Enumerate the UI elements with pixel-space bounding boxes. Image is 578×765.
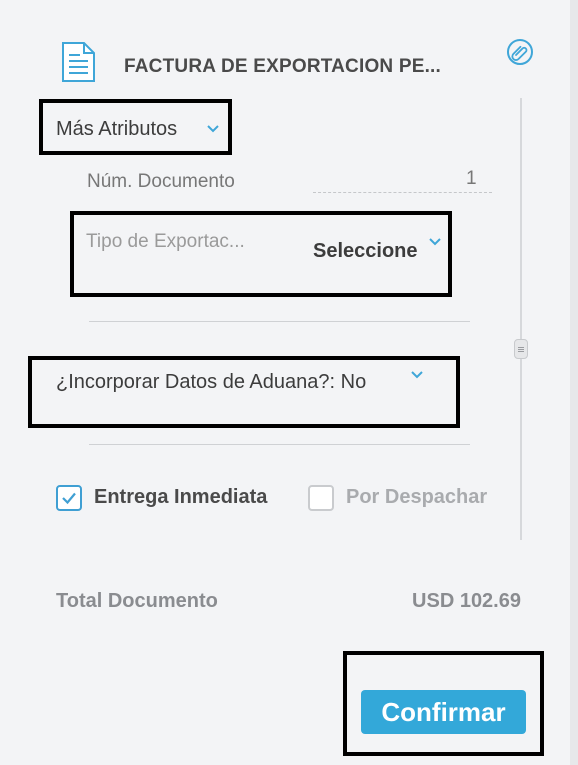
- total-documento-label: Total Documento: [56, 590, 218, 612]
- panel-edge: [570, 0, 578, 765]
- por-despachar-label[interactable]: Por Despachar: [346, 486, 487, 509]
- tipo-exportacion-label: Tipo de Exportac...: [86, 231, 245, 252]
- mas-atributos-toggle[interactable]: Más Atributos: [56, 118, 177, 141]
- divider: [89, 444, 470, 445]
- entrega-inmediata-checkbox[interactable]: [56, 485, 82, 511]
- num-documento-field[interactable]: [313, 192, 492, 193]
- total-documento-value: USD 102.69: [412, 590, 521, 612]
- document-icon: [62, 42, 95, 82]
- num-documento-value[interactable]: 1: [466, 168, 477, 190]
- por-despachar-checkbox[interactable]: [308, 485, 334, 511]
- chevron-down-icon[interactable]: [207, 125, 219, 133]
- paperclip-icon[interactable]: [506, 38, 534, 66]
- scrollbar-track[interactable]: [520, 98, 522, 540]
- entrega-inmediata-label[interactable]: Entrega Inmediata: [94, 486, 267, 509]
- document-title: FACTURA DE EXPORTACION PE...: [124, 56, 442, 77]
- chevron-down-icon[interactable]: [411, 371, 423, 379]
- chevron-down-icon[interactable]: [429, 238, 441, 246]
- confirmar-button[interactable]: Confirmar: [361, 690, 526, 734]
- tipo-exportacion-select[interactable]: Seleccione: [313, 240, 418, 263]
- divider: [89, 321, 470, 322]
- num-documento-label: Núm. Documento: [87, 171, 235, 192]
- scrollbar-thumb[interactable]: [514, 339, 528, 359]
- aduana-toggle[interactable]: ¿Incorporar Datos de Aduana?: No: [56, 371, 366, 394]
- check-icon: [62, 492, 76, 505]
